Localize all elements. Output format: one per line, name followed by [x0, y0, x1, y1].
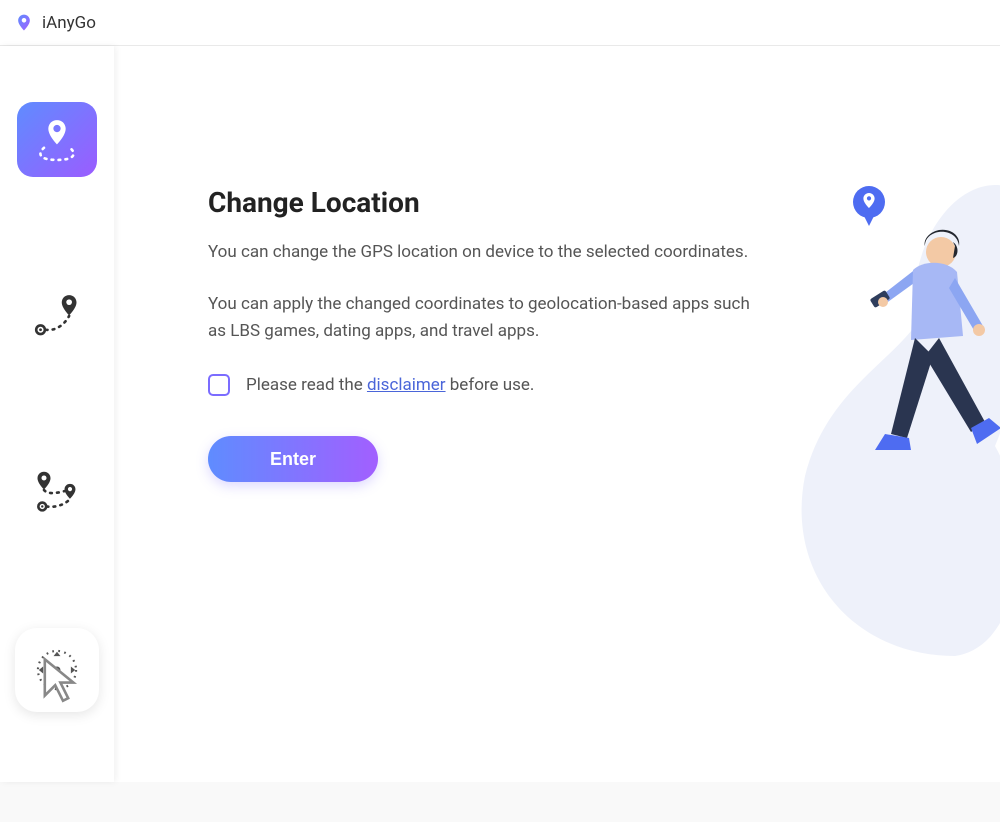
- disclaimer-row: Please read the disclaimer before use.: [208, 374, 950, 396]
- main-content: Change Location You can change the GPS l…: [114, 46, 1000, 782]
- disclaimer-text: Please read the disclaimer before use.: [246, 375, 534, 395]
- disclaimer-suffix: before use.: [446, 375, 535, 395]
- disclaimer-link[interactable]: disclaimer: [367, 375, 446, 395]
- sidebar: [0, 46, 114, 782]
- pin-area-icon: [31, 116, 83, 164]
- app-window: iAnyGo: [0, 0, 1000, 782]
- header-bar: iAnyGo: [0, 0, 1000, 46]
- walking-person-illustration: [795, 176, 1000, 666]
- body-area: Change Location You can change the GPS l…: [0, 46, 1000, 782]
- change-location-nav[interactable]: [17, 102, 97, 177]
- joystick-nav[interactable]: [15, 628, 99, 712]
- disclaimer-prefix: Please read the: [246, 375, 367, 395]
- multi-spot-nav[interactable]: [17, 452, 97, 527]
- single-spot-nav[interactable]: [17, 277, 97, 352]
- logo: iAnyGo: [14, 13, 96, 33]
- app-logo-icon: [14, 13, 34, 33]
- route-multi-icon: [31, 466, 83, 514]
- disclaimer-checkbox[interactable]: [208, 374, 230, 396]
- enter-button[interactable]: Enter: [208, 436, 378, 482]
- app-title: iAnyGo: [42, 13, 96, 33]
- description-1: You can change the GPS location on devic…: [208, 239, 768, 265]
- cursor-icon: [37, 654, 89, 706]
- description-2: You can apply the changed coordinates to…: [208, 291, 768, 344]
- page-title: Change Location: [208, 186, 950, 219]
- route-single-icon: [31, 291, 83, 339]
